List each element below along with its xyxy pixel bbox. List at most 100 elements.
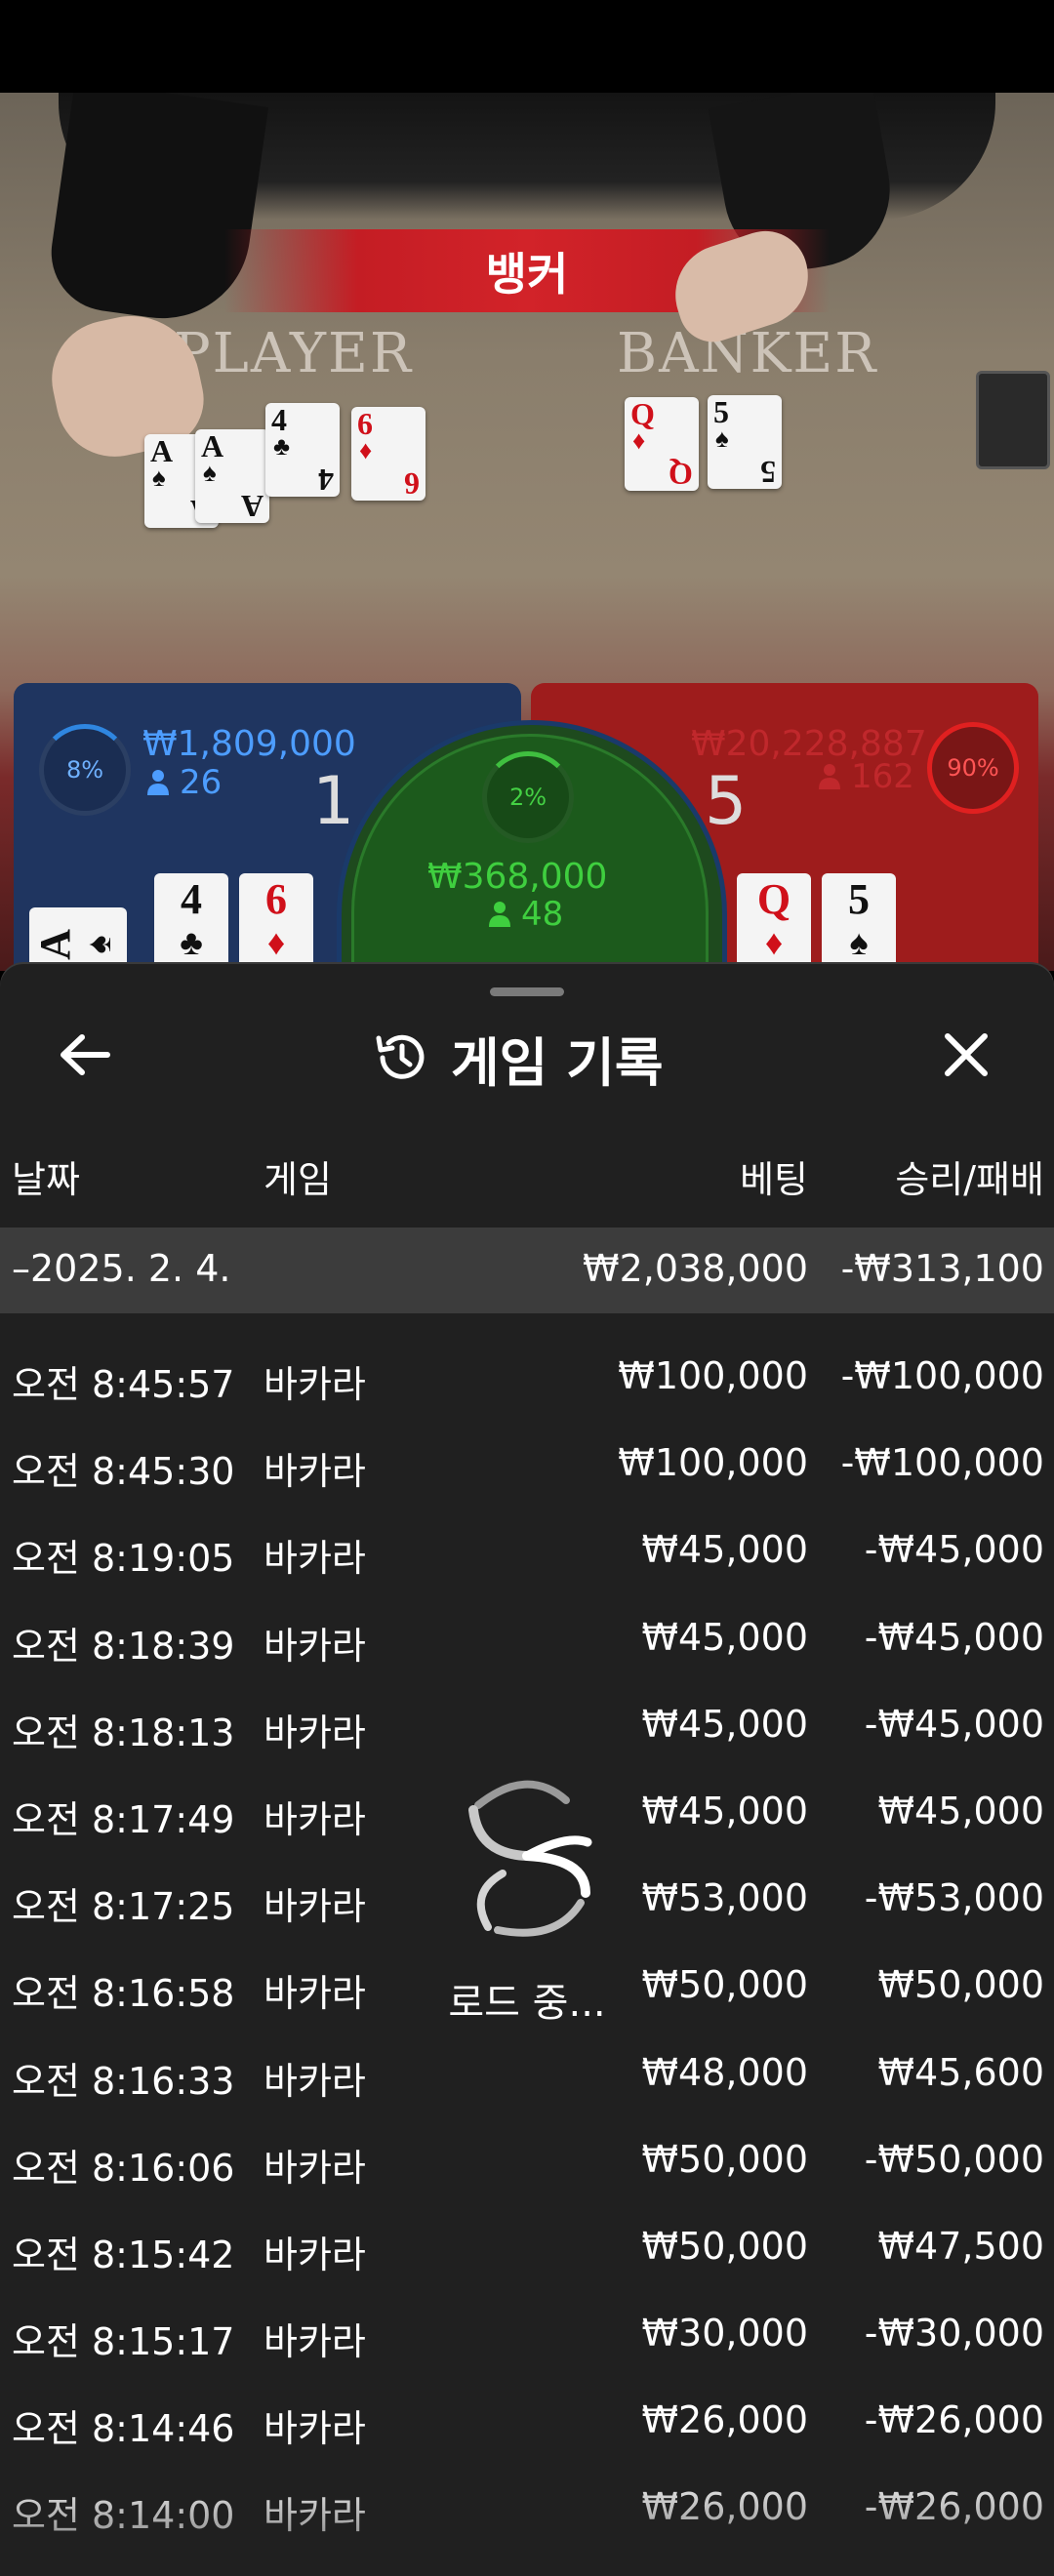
row-game: 바카라 bbox=[264, 2233, 366, 2276]
row-time: 오전 8:15:42 bbox=[12, 2233, 235, 2276]
history-row[interactable]: 오전 8:16:06 바카라 ₩50,000 -₩50,000 bbox=[0, 2118, 1054, 2205]
player-score: 1 bbox=[312, 763, 355, 840]
player-percent-ring: 8% bbox=[39, 724, 131, 816]
tie-percent-ring: 2% bbox=[482, 751, 574, 843]
row-result: ₩47,500 bbox=[877, 2224, 1044, 2268]
row-result: -₩26,000 bbox=[864, 2398, 1044, 2442]
row-result: -₩45,000 bbox=[864, 1702, 1044, 1746]
row-bet: ₩45,000 bbox=[641, 1702, 808, 1746]
row-game: 바카라 bbox=[264, 1885, 366, 1929]
row-time: 오전 8:17:49 bbox=[12, 1797, 235, 1841]
player-table-card: A♠A bbox=[195, 429, 269, 524]
row-time: 오전 8:45:30 bbox=[12, 1450, 235, 1494]
row-result: -₩30,000 bbox=[864, 2312, 1044, 2355]
tie-bet-amount: ₩368,000 bbox=[427, 857, 608, 897]
player-card: 4 ♣ bbox=[154, 873, 228, 971]
row-result: -₩50,000 bbox=[864, 2137, 1044, 2181]
row-bet: ₩45,000 bbox=[641, 1615, 808, 1659]
banker-table-card: 5 ♠ 5 bbox=[708, 395, 782, 490]
row-time: 오전 8:16:33 bbox=[12, 2059, 235, 2103]
row-time: 오전 8:19:05 bbox=[12, 1537, 235, 1581]
row-bet: ₩50,000 bbox=[641, 1963, 808, 2007]
column-result: 승리/패배 bbox=[895, 1158, 1044, 1201]
history-row[interactable]: 오전 8:45:57 바카라 ₩100,000 -₩100,000 bbox=[0, 1335, 1054, 1422]
column-bet: 베팅 bbox=[740, 1158, 808, 1201]
row-bet: ₩45,000 bbox=[641, 1528, 808, 1572]
row-game: 바카라 bbox=[264, 1363, 366, 1406]
banker-score: 5 bbox=[705, 763, 748, 840]
row-time: 오전 8:17:25 bbox=[12, 1885, 235, 1929]
user-icon bbox=[147, 770, 169, 795]
history-row[interactable]: 오전 8:15:17 바카라 ₩30,000 -₩30,000 bbox=[0, 2292, 1054, 2379]
row-bet: ₩53,000 bbox=[641, 1876, 808, 1920]
row-time: 오전 8:16:58 bbox=[12, 1972, 235, 2016]
column-game: 게임 bbox=[264, 1158, 332, 1201]
row-result: -₩45,000 bbox=[864, 1615, 1044, 1659]
row-bet: ₩100,000 bbox=[618, 1441, 808, 1485]
row-game: 바카라 bbox=[264, 2059, 366, 2103]
row-time: 오전 8:15:17 bbox=[12, 2320, 235, 2364]
group-bet-total: ₩2,038,000 bbox=[583, 1247, 808, 1290]
row-game: 바카라 bbox=[264, 2320, 366, 2364]
back-button[interactable] bbox=[51, 1021, 119, 1089]
row-bet: ₩50,000 bbox=[641, 2224, 808, 2268]
user-icon bbox=[489, 902, 510, 927]
user-icon bbox=[819, 764, 840, 789]
player-bet-amount: ₩1,809,000 bbox=[142, 724, 356, 764]
date-group-row[interactable]: –2025. 2. 4. ₩2,038,000 -₩313,100 bbox=[0, 1228, 1054, 1313]
history-row[interactable]: 오전 8:14:46 바카라 ₩26,000 -₩26,000 bbox=[0, 2379, 1054, 2466]
list-fade bbox=[0, 2467, 1054, 2576]
row-game: 바카라 bbox=[264, 1624, 366, 1668]
row-game: 바카라 bbox=[264, 1972, 366, 2016]
row-result: ₩45,600 bbox=[877, 2050, 1044, 2094]
row-game: 바카라 bbox=[264, 2146, 366, 2190]
row-bet: ₩48,000 bbox=[641, 2050, 808, 2094]
row-bet: ₩26,000 bbox=[641, 2398, 808, 2442]
history-icon bbox=[376, 1034, 425, 1079]
player-table-label: PLAYER bbox=[174, 322, 414, 385]
player-card: 6 ♦ bbox=[239, 873, 313, 971]
group-date: –2025. 2. 4. bbox=[12, 1247, 231, 1290]
loading-text: 로드 중... bbox=[448, 1981, 606, 2026]
history-row[interactable]: 오전 8:19:05 바카라 ₩45,000 -₩45,000 bbox=[0, 1509, 1054, 1595]
status-bar bbox=[0, 0, 1054, 93]
column-date: 날짜 bbox=[12, 1158, 80, 1201]
sheet-drag-handle[interactable] bbox=[490, 987, 564, 996]
history-row[interactable]: 오전 8:18:39 바카라 ₩45,000 -₩45,000 bbox=[0, 1596, 1054, 1683]
row-bet: ₩100,000 bbox=[618, 1354, 808, 1397]
sheet-title: 게임 기록 bbox=[451, 1031, 664, 1094]
row-game: 바카라 bbox=[264, 2407, 366, 2451]
banker-bet-count: 162 bbox=[818, 757, 914, 796]
banker-percent-ring: 90% bbox=[927, 722, 1019, 814]
close-button[interactable] bbox=[932, 1021, 1000, 1089]
row-result: ₩50,000 bbox=[877, 1963, 1044, 2007]
row-result: -₩53,000 bbox=[864, 1876, 1044, 1920]
row-result: -₩100,000 bbox=[840, 1441, 1044, 1485]
spinner-icon bbox=[468, 1780, 592, 1937]
card-shoe bbox=[976, 371, 1050, 469]
sheet-header: 게임 기록 bbox=[371, 1021, 664, 1095]
tie-bet-count: 48 bbox=[488, 895, 563, 934]
row-time: 오전 8:18:13 bbox=[12, 1711, 235, 1754]
history-row[interactable]: 오전 8:45:30 바카라 ₩100,000 -₩100,000 bbox=[0, 1422, 1054, 1509]
row-time: 오전 8:18:39 bbox=[12, 1624, 235, 1668]
row-result: ₩45,000 bbox=[877, 1789, 1044, 1832]
history-row[interactable]: 오전 8:16:33 바카라 ₩48,000 ₩45,600 bbox=[0, 2032, 1054, 2118]
row-game: 바카라 bbox=[264, 1711, 366, 1754]
row-time: 오전 8:45:57 bbox=[12, 1363, 235, 1406]
player-bet-count: 26 bbox=[146, 763, 222, 802]
row-result: -₩100,000 bbox=[840, 1354, 1044, 1397]
row-bet: ₩30,000 bbox=[641, 2312, 808, 2355]
player-table-card: 6 ♦ 6 bbox=[351, 407, 426, 502]
arrow-left-icon bbox=[61, 1034, 110, 1075]
player-table-card: 4 ♣ 4 bbox=[265, 403, 340, 498]
row-time: 오전 8:14:46 bbox=[12, 2407, 235, 2451]
row-time: 오전 8:16:06 bbox=[12, 2146, 235, 2190]
close-icon bbox=[945, 1033, 988, 1076]
table-header: 날짜 게임 베팅 승리/패배 bbox=[0, 1149, 1054, 1201]
row-game: 바카라 bbox=[264, 1797, 366, 1841]
banker-table-card: Q ♦ Q bbox=[625, 397, 699, 492]
history-row[interactable]: 오전 8:15:42 바카라 ₩50,000 ₩47,500 bbox=[0, 2205, 1054, 2292]
row-game: 바카라 bbox=[264, 1537, 366, 1581]
row-result: -₩45,000 bbox=[864, 1528, 1044, 1572]
